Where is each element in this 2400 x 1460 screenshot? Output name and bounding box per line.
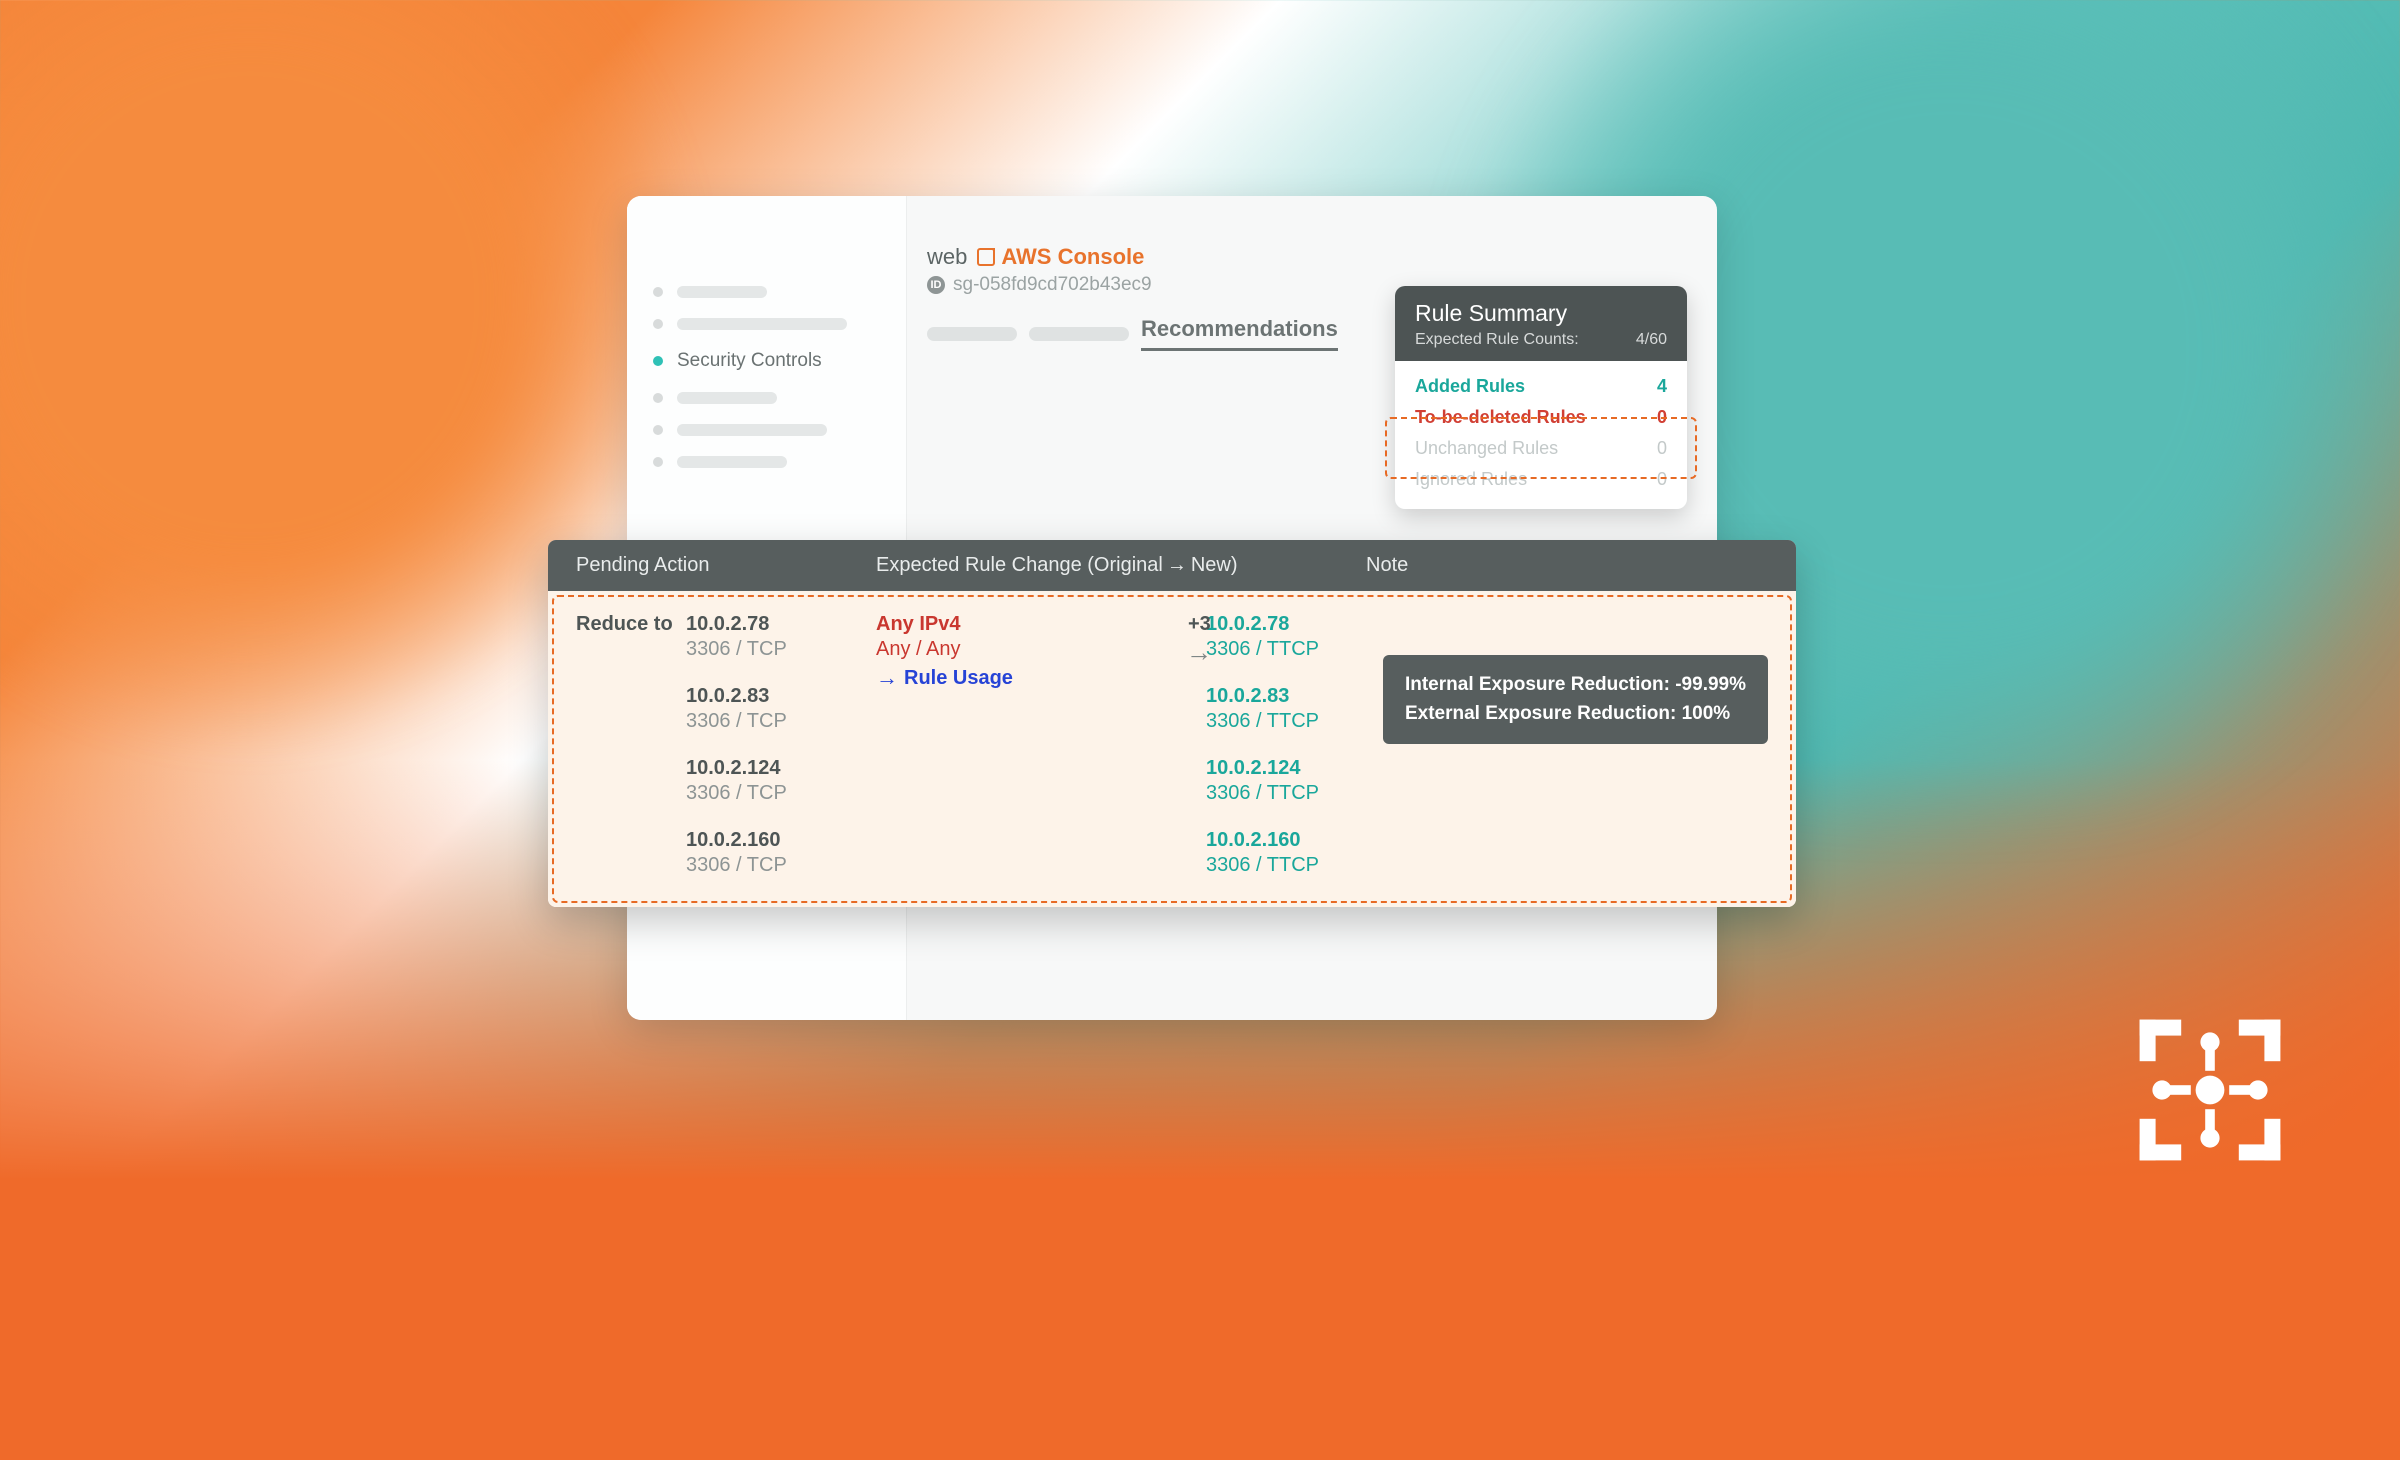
arrow-right-icon: → <box>876 665 898 691</box>
arrow-right-icon: → <box>1186 637 1212 668</box>
added-rules-label: Added Rules <box>1415 376 1525 397</box>
expected-counts-label: Expected Rule Counts: <box>1415 331 1579 349</box>
active-dot-icon <box>653 356 663 366</box>
resource-id: sg-058fd9cd702b43ec9 <box>953 274 1152 296</box>
sidebar-item-placeholder[interactable] <box>627 414 906 446</box>
expected-counts-value: 4/60 <box>1636 331 1667 349</box>
table-row: 10.0.2.124 3306 / TTCP <box>1206 757 1446 805</box>
aws-console-link[interactable]: AWS Console <box>977 244 1144 270</box>
external-link-icon <box>977 248 995 266</box>
exposure-note: Internal Exposure Reduction: -99.99% Ext… <box>1383 655 1768 744</box>
table-row: 10.0.2.78 3306 / TCP <box>686 613 876 661</box>
rule-summary-title: Rule Summary <box>1415 300 1667 327</box>
added-rules-value: 4 <box>1657 376 1667 397</box>
original-rule-line1: Any IPv4 <box>876 613 1206 636</box>
original-rule-line2: Any / Any <box>876 638 1206 661</box>
table-row: 10.0.2.160 3306 / TCP <box>686 829 876 877</box>
col-pending-action: Pending Action <box>576 554 876 577</box>
sidebar-item-placeholder[interactable] <box>627 308 906 340</box>
unchanged-rules-value: 0 <box>1657 438 1667 459</box>
ignored-rules-label: Ignored Rules <box>1415 469 1527 490</box>
table-row: 10.0.2.160 3306 / TTCP <box>1206 829 1446 877</box>
sidebar-item-placeholder[interactable] <box>627 276 906 308</box>
brand-logo-icon <box>2130 1010 2290 1170</box>
id-badge-icon: ID <box>927 276 945 294</box>
deleted-rules-value: 0 <box>1657 407 1667 428</box>
sidebar-item-security-controls[interactable]: Security Controls <box>627 340 906 382</box>
pending-action-label: Reduce to <box>576 613 686 877</box>
tab-placeholder[interactable] <box>927 327 1017 341</box>
plus-count: +3 <box>1188 613 1211 636</box>
sidebar-item-label: Security Controls <box>677 350 822 372</box>
unchanged-rules-label: Unchanged Rules <box>1415 438 1558 459</box>
table-row: 10.0.2.83 3306 / TCP <box>686 685 876 733</box>
recommendations-table: Pending Action Expected Rule Change (Ori… <box>548 540 1796 907</box>
sidebar-item-placeholder[interactable] <box>627 446 906 478</box>
deleted-rules-label: To-be-deleted Rules <box>1415 407 1586 428</box>
col-note: Note <box>1366 554 1706 577</box>
ignored-rules-value: 0 <box>1657 469 1667 490</box>
rule-usage-link[interactable]: → Rule Usage <box>876 665 1206 691</box>
table-row: 10.0.2.124 3306 / TCP <box>686 757 876 805</box>
rule-summary-card: Rule Summary Expected Rule Counts: 4/60 … <box>1395 286 1687 509</box>
sidebar-item-placeholder[interactable] <box>627 382 906 414</box>
col-expected-change: Expected Rule Change (Original→New) <box>876 554 1366 577</box>
tab-recommendations[interactable]: Recommendations <box>1141 316 1338 351</box>
tab-placeholder[interactable] <box>1029 327 1129 341</box>
resource-name: web <box>927 244 967 270</box>
table-row: 10.0.2.78 3306 / TTCP <box>1206 613 1446 661</box>
